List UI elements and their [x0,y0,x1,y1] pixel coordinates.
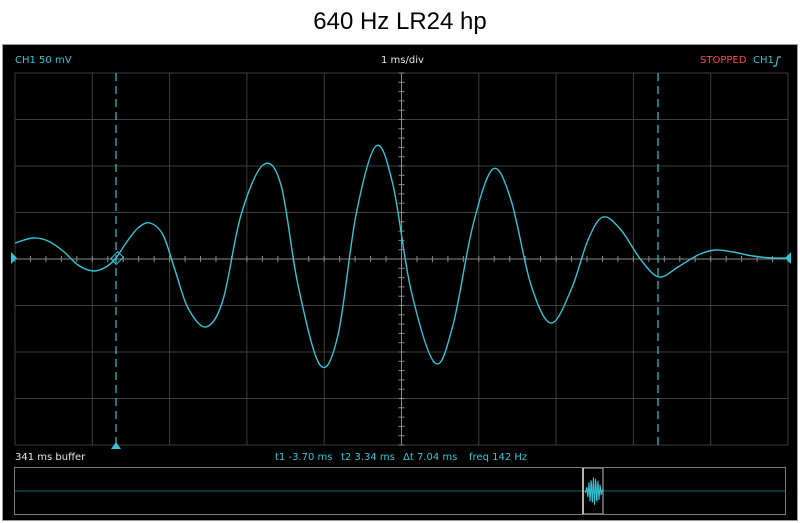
chart-title: 640 Hz LR24 hp [313,8,487,35]
oscilloscope-panel: CH1 50 mV 1 ms/div STOPPED CH1 341 ms bu… [2,44,798,521]
graticule [14,72,789,446]
ground-level-marker-left[interactable] [11,252,17,264]
waveform-display[interactable] [3,45,797,465]
buffer-overview-strip[interactable] [14,467,786,515]
overview-trace [584,477,604,505]
